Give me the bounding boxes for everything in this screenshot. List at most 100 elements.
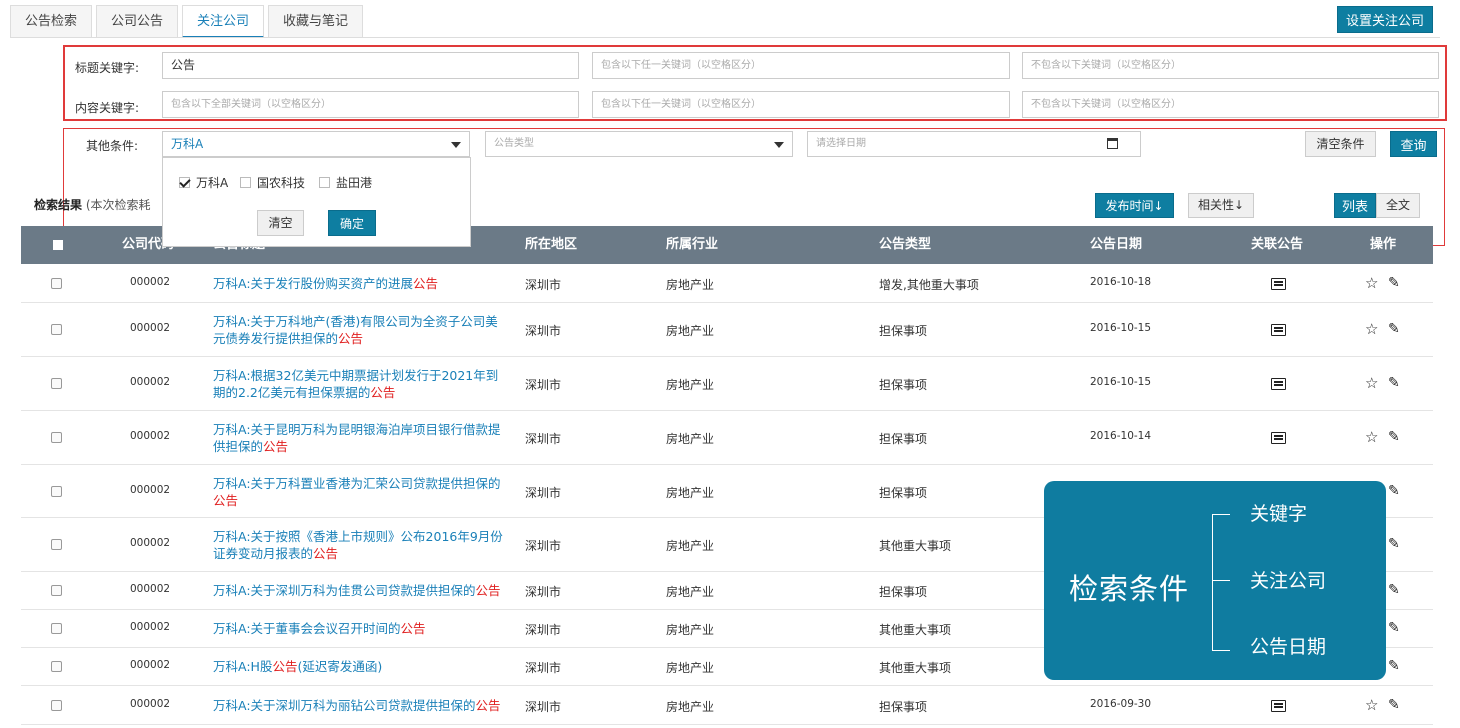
edit-note-icon[interactable]: ✎ (1388, 322, 1400, 337)
announcement-title-link[interactable]: 万科A:关于深圳万科为丽钻公司贷款提供担保的公告 (213, 697, 509, 714)
title-highlight: 公告 (313, 546, 339, 561)
callout-item-company: 关注公司 (1250, 570, 1327, 592)
related-announcement-icon[interactable] (1271, 324, 1286, 336)
row-checkbox[interactable] (51, 623, 62, 634)
star-icon[interactable]: ☆ (1365, 698, 1378, 713)
dropdown-confirm-button[interactable]: 确定 (328, 210, 376, 236)
callout-branch (1212, 650, 1230, 651)
company-select-value: 万科A (171, 137, 204, 151)
tab-company-announcements[interactable]: 公司公告 (96, 5, 179, 38)
company-code: 000002 (130, 583, 171, 595)
clear-conditions-button[interactable]: 清空条件 (1305, 131, 1376, 157)
title-any-keywords-input[interactable]: 包含以下任一关键词（以空格区分） (592, 52, 1010, 79)
announcement-title-link[interactable]: 万科A:关于万科地产(香港)有限公司为全资子公司美元债券发行提供担保的公告 (213, 313, 509, 347)
select-all-checkbox[interactable] (53, 240, 63, 250)
title-text: 万科A:关于按照《香港上市规则》公布2016年9月份证券变动月报表的 (213, 529, 503, 561)
row-checkbox[interactable] (51, 486, 62, 497)
announcement-title-link[interactable]: 万科A:根据32亿美元中期票据计划发行于2021年到期的2.2亿美元有担保票据的… (213, 367, 509, 401)
row-checkbox[interactable] (51, 278, 62, 289)
title-text: 万科A:关于昆明万科为昆明银海泊岸项目银行借款提供担保的 (213, 422, 501, 454)
announcement-date: 2016-10-18 (1090, 276, 1152, 288)
results-heading: 检索结果 (本次检索耗 (34, 196, 151, 213)
related-announcement-icon[interactable] (1271, 278, 1286, 290)
tab-followed-companies[interactable]: 关注公司 (182, 5, 265, 38)
table-row: 000002 万科A:关于发行股份购买资产的进展公告 深圳市 房地产业 增发,其他重大事… (21, 264, 1433, 303)
date-picker-input[interactable]: 请选择日期 (807, 131, 1141, 157)
company-option-vanke[interactable]: 万科A (179, 174, 228, 191)
company-option-guonong[interactable]: 国农科技 (240, 174, 305, 191)
row-checkbox[interactable] (51, 324, 62, 335)
sort-by-publish-time-button[interactable]: 发布时间↓ (1095, 193, 1174, 218)
checkbox-icon[interactable] (319, 177, 330, 188)
edit-note-icon[interactable]: ✎ (1388, 698, 1400, 713)
announcement-type-select[interactable]: 公告类型 (485, 131, 793, 157)
search-criteria-callout: 检索条件 关键字 关注公司 公告日期 (1044, 481, 1386, 680)
announcement-title-link[interactable]: 万科A:关于昆明万科为昆明银海泊岸项目银行借款提供担保的公告 (213, 421, 509, 455)
related-announcement-icon[interactable] (1271, 378, 1286, 390)
row-checkbox[interactable] (51, 661, 62, 672)
company-select[interactable]: 万科A (162, 131, 470, 157)
edit-note-icon[interactable]: ✎ (1388, 376, 1400, 391)
title-all-keywords-input[interactable]: 公告 (162, 52, 579, 79)
query-button[interactable]: 查询 (1390, 131, 1437, 157)
announcement-type: 其他重大事项 (879, 623, 952, 637)
sort-by-relevance-button[interactable]: 相关性↓ (1188, 193, 1254, 218)
title-text: 万科A:关于发行股份购买资产的进展 (213, 276, 414, 291)
title-text: 万科A:H股 (213, 659, 273, 674)
edit-note-icon[interactable]: ✎ (1388, 430, 1400, 445)
related-announcement-icon[interactable] (1271, 432, 1286, 444)
edit-note-icon[interactable]: ✎ (1388, 583, 1400, 598)
view-list-button[interactable]: 列表 (1334, 193, 1376, 218)
announcement-type: 担保事项 (879, 432, 928, 446)
calendar-icon[interactable] (1107, 138, 1118, 149)
star-icon[interactable]: ☆ (1365, 276, 1378, 291)
title-exclude-keywords-input[interactable]: 不包含以下关键词（以空格区分） (1022, 52, 1439, 79)
announcement-title-link[interactable]: 万科A:H股公告(延迟寄发通函) (213, 658, 509, 675)
row-checkbox[interactable] (51, 585, 62, 596)
region: 深圳市 (525, 539, 562, 553)
row-checkbox[interactable] (51, 378, 62, 389)
row-checkbox[interactable] (51, 539, 62, 550)
title-keyword-label: 标题关键字: (75, 61, 140, 75)
content-any-keywords-input[interactable]: 包含以下任一关键词（以空格区分） (592, 91, 1010, 118)
checkbox-checked-icon[interactable] (179, 177, 190, 188)
announcement-title-link[interactable]: 万科A:关于发行股份购买资产的进展公告 (213, 275, 509, 292)
edit-note-icon[interactable]: ✎ (1388, 659, 1400, 674)
row-checkbox[interactable] (51, 432, 62, 443)
tab-announcement-search[interactable]: 公告检索 (10, 5, 93, 38)
company-code: 000002 (130, 621, 171, 633)
content-all-keywords-input[interactable]: 包含以下全部关键词（以空格区分） (162, 91, 579, 118)
title-highlight: 公告 (338, 331, 364, 346)
table-row: 000002 万科A:关于深圳万科为丽钻公司贷款提供担保的公告 深圳市 房地产业 担保事… (21, 686, 1433, 725)
edit-note-icon[interactable]: ✎ (1388, 537, 1400, 552)
edit-note-icon[interactable]: ✎ (1388, 484, 1400, 499)
dropdown-clear-button[interactable]: 清空 (257, 210, 304, 236)
title-text: 万科A:关于深圳万科为丽钻公司贷款提供担保的 (213, 698, 476, 713)
company-dropdown-panel: 万科A 国农科技 盐田港 清空 确定 (162, 157, 471, 247)
content-exclude-keywords-input[interactable]: 不包含以下关键词（以空格区分） (1022, 91, 1439, 118)
star-icon[interactable]: ☆ (1365, 376, 1378, 391)
announcement-title-link[interactable]: 万科A:关于董事会会议召开时间的公告 (213, 620, 509, 637)
checkbox-icon[interactable] (240, 177, 251, 188)
edit-note-icon[interactable]: ✎ (1388, 621, 1400, 636)
industry: 房地产业 (666, 486, 715, 500)
region: 深圳市 (525, 432, 562, 446)
company-option-yantian[interactable]: 盐田港 (319, 174, 372, 191)
row-checkbox[interactable] (51, 700, 62, 711)
edit-note-icon[interactable]: ✎ (1388, 276, 1400, 291)
setup-followed-companies-button[interactable]: 设置关注公司 (1337, 6, 1433, 33)
announcement-title-link[interactable]: 万科A:关于深圳万科为佳贯公司贷款提供担保的公告 (213, 582, 509, 599)
star-icon[interactable]: ☆ (1365, 430, 1378, 445)
related-announcement-icon[interactable] (1271, 700, 1286, 712)
announcement-title-link[interactable]: 万科A:关于万科置业香港为汇荣公司贷款提供担保的公告 (213, 475, 509, 509)
col-actions: 操作 (1370, 237, 1397, 252)
announcement-title-link[interactable]: 万科A:关于按照《香港上市规则》公布2016年9月份证券变动月报表的公告 (213, 528, 509, 562)
star-icon[interactable]: ☆ (1365, 322, 1378, 337)
tab-favorites-notes[interactable]: 收藏与笔记 (268, 5, 364, 38)
company-option-label: 国农科技 (257, 176, 306, 190)
other-conditions-label: 其他条件: (86, 139, 139, 153)
announcement-date: 2016-10-15 (1090, 376, 1152, 388)
region: 深圳市 (525, 486, 562, 500)
view-fulltext-button[interactable]: 全文 (1376, 193, 1420, 218)
company-option-label: 盐田港 (336, 176, 373, 190)
